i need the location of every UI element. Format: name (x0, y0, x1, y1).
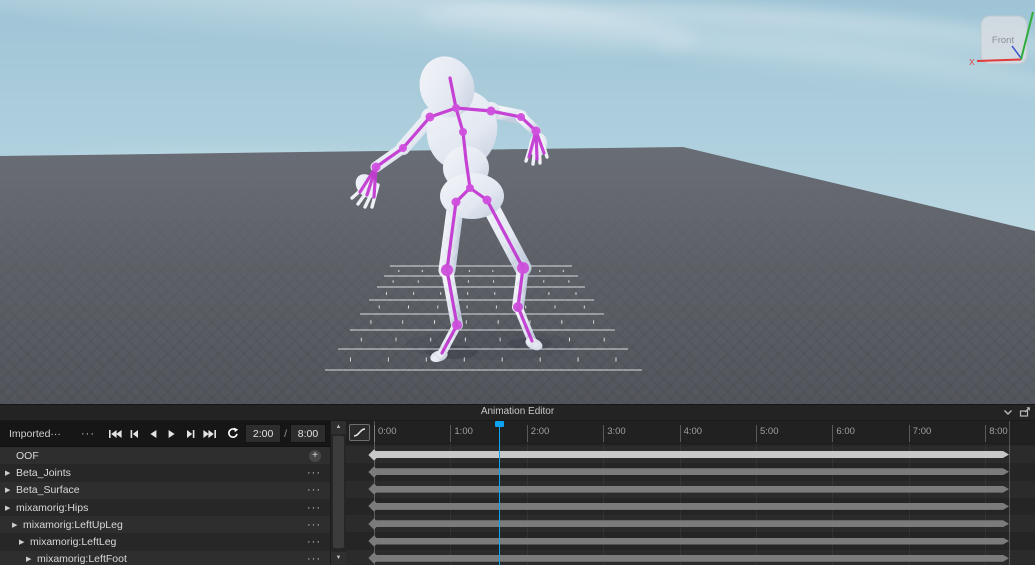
track-name: Beta_Joints (16, 466, 71, 479)
character-shadow (405, 330, 575, 360)
track-name: mixamorig:LeftFoot (37, 553, 127, 565)
viewport-scene: Front X (0, 11, 1035, 404)
step-back-icon (130, 429, 138, 438)
track-name: mixamorig:Hips (16, 501, 89, 514)
ruler-tick-label: 7:00 (912, 426, 932, 437)
editor-menu-button[interactable]: ··· (81, 428, 95, 439)
panel-titlebar[interactable]: Animation Editor (0, 404, 1035, 421)
float-window-icon[interactable] (1019, 407, 1031, 417)
go-to-first-frame-button[interactable] (106, 425, 123, 442)
expand-arrow-icon[interactable]: ▶ (26, 555, 37, 563)
time-separator: / (284, 427, 287, 440)
track-row[interactable]: ▶ mixamorig:LeftFoot ··· (0, 550, 330, 565)
play-icon (168, 429, 175, 438)
step-forward-button[interactable] (182, 425, 199, 442)
3d-viewport[interactable]: Front X (0, 0, 1035, 404)
keyframe-span-bar[interactable] (374, 554, 1009, 562)
ruler-tick (679, 425, 681, 442)
ruler-tick (756, 425, 757, 442)
track-name: mixamorig:LeftUpLeg (23, 518, 123, 531)
track-row[interactable]: ▶ Beta_Surface ··· (0, 481, 330, 499)
play-reverse-button[interactable] (144, 425, 161, 442)
expand-arrow-icon[interactable]: ▶ (12, 521, 23, 529)
keyframe-span-bar[interactable] (374, 468, 1009, 476)
ruler-tick (603, 425, 605, 442)
scroll-down-button[interactable]: ▼ (331, 552, 346, 565)
track-row[interactable]: OOF + (0, 447, 330, 465)
total-time-field[interactable]: 8:00 (290, 424, 326, 443)
ruler-tick-label: 5:00 (760, 426, 779, 437)
track-name: Beta_Surface (16, 484, 80, 497)
loop-icon (228, 427, 239, 438)
keyframe-span-bar[interactable] (374, 537, 1009, 545)
gizmo-x-label: X (969, 57, 975, 67)
playhead-marker[interactable] (494, 421, 504, 427)
keyframe-span-bar[interactable] (374, 485, 1009, 493)
track-name: mixamorig:LeftLeg (30, 536, 117, 549)
track-row[interactable]: ▶ Beta_Joints ··· (0, 464, 330, 482)
keyframe-span-bar[interactable] (374, 502, 1009, 510)
scrollbar-thumb[interactable] (333, 436, 344, 548)
track-menu-button[interactable]: ··· (307, 502, 321, 513)
expand-arrow-icon[interactable]: ▶ (5, 469, 16, 477)
track-menu-button[interactable]: ··· (307, 554, 321, 565)
ruler-tick-label: 8:00 (989, 426, 1008, 437)
editor-toolbar: Imported··· ··· 2:00 / 8:00 (0, 421, 330, 447)
ruler-tick-label: 6:00 (836, 426, 855, 437)
expand-arrow-icon[interactable]: ▶ (5, 504, 16, 512)
chevron-down-icon[interactable] (1003, 408, 1013, 417)
ruler-tick-label: 0:00 (378, 426, 397, 437)
timeline-end-line (1009, 421, 1010, 565)
track-menu-button[interactable]: ··· (307, 467, 321, 478)
skip-to-start-icon (108, 429, 122, 438)
expand-arrow-icon[interactable]: ▶ (5, 486, 16, 494)
rig-dropdown[interactable]: Imported··· (9, 428, 81, 440)
add-track-button[interactable]: + (309, 449, 321, 462)
track-list-panel: Imported··· ··· 2:00 / 8:00 OOF + ▶ Beta… (0, 421, 330, 565)
step-back-button[interactable] (125, 425, 142, 442)
ruler-tick-label: 3:00 (607, 426, 626, 437)
current-time-field[interactable]: 2:00 (245, 424, 282, 443)
skip-to-end-icon (202, 429, 216, 438)
ruler-tick (832, 425, 834, 442)
scroll-up-button[interactable]: ▲ (331, 421, 346, 434)
keyframe-span-bar[interactable] (374, 451, 1009, 458)
timeline-panel[interactable]: 0:00 1:00 2:00 3:00 4:00 5:00 6:00 7:00 8:00 (346, 421, 1035, 565)
view-gizmo-label: Front (992, 35, 1015, 46)
curve-icon (353, 428, 366, 437)
ruler-tick (526, 425, 528, 442)
playhead-line[interactable] (498, 421, 500, 565)
animation-editor-panel: Animation Editor Imported··· ··· 2:00 / … (0, 404, 1035, 565)
track-row[interactable]: ▶ mixamorig:Hips ··· (0, 498, 330, 517)
play-reverse-icon (149, 429, 156, 438)
ruler-tick (450, 425, 452, 442)
go-to-last-frame-button[interactable] (201, 425, 218, 442)
keyframe-span-bar[interactable] (374, 520, 1009, 528)
play-button[interactable] (163, 425, 180, 442)
view-gizmo[interactable]: Front X (969, 11, 1034, 67)
track-menu-button[interactable]: ··· (307, 519, 321, 530)
track-row[interactable]: ▶ mixamorig:LeftUpLeg ··· (0, 516, 330, 534)
ruler-tick (985, 425, 987, 442)
ruler-tick-label: 2:00 (530, 426, 550, 437)
track-list-scrollbar[interactable]: ▲ ▼ (330, 421, 346, 565)
step-forward-icon (186, 429, 194, 438)
track-name: OOF (16, 449, 39, 462)
track-menu-button[interactable]: ··· (307, 485, 321, 496)
timeline-ruler[interactable]: 0:00 1:00 2:00 3:00 4:00 5:00 6:00 7:00 8:00 (346, 421, 1035, 444)
track-row[interactable]: ▶ mixamorig:LeftLeg ··· (0, 533, 330, 551)
easing-curve-button[interactable] (349, 424, 370, 441)
loop-toggle-button[interactable] (222, 423, 243, 444)
expand-arrow-icon[interactable]: ▶ (19, 538, 30, 546)
ruler-tick (908, 425, 910, 442)
ruler-tick-label: 4:00 (683, 426, 703, 437)
track-menu-button[interactable]: ··· (307, 537, 321, 548)
ruler-tick-label: 1:00 (454, 426, 473, 437)
panel-title: Animation Editor (480, 406, 555, 417)
track-list: OOF + ▶ Beta_Joints ··· ▶ Beta_Surface ··· ▶ mixa… (0, 447, 330, 565)
